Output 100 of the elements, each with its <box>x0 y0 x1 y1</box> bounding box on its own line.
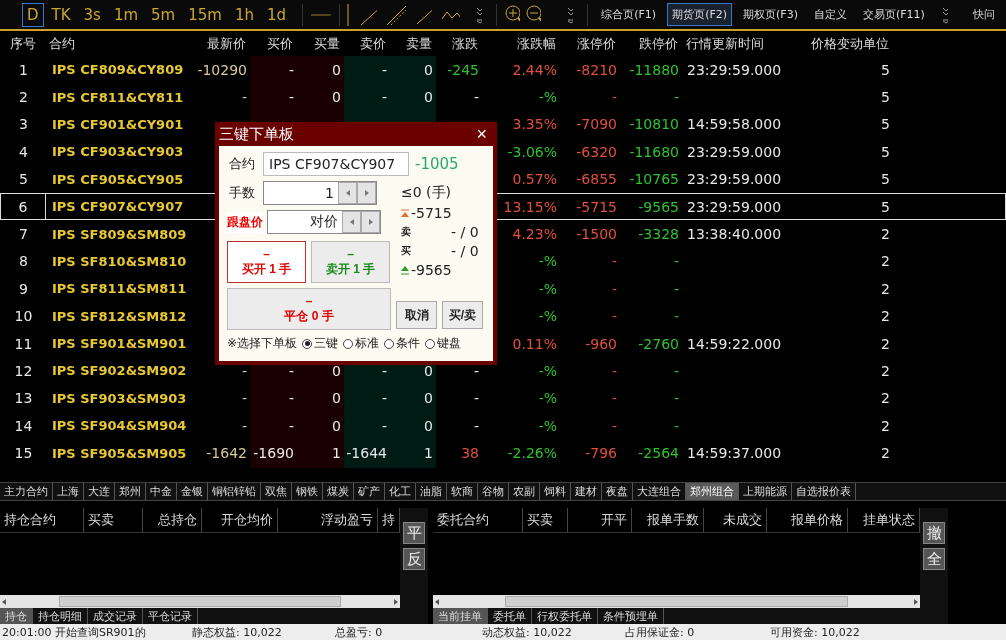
column-header: 买卖 <box>522 508 569 532</box>
buy-sell-button[interactable]: 买/卖 <box>442 301 483 329</box>
side-button[interactable]: 全 <box>923 548 945 570</box>
market-tab[interactable]: 金银 <box>177 483 208 500</box>
row-number[interactable]: 12 <box>1 358 46 384</box>
more-caret-icon[interactable] <box>941 5 948 24</box>
side-button[interactable]: 撤 <box>923 522 945 544</box>
period-button[interactable]: 15m <box>183 2 227 27</box>
row-number[interactable]: 9 <box>1 276 46 302</box>
row-number[interactable]: 2 <box>1 84 46 110</box>
row-number[interactable]: 5 <box>1 166 46 192</box>
side-button[interactable]: 反 <box>403 548 425 570</box>
price-spinner[interactable]: 对价 <box>267 210 381 234</box>
column-header: 买卖 <box>83 508 143 532</box>
more-caret-icon[interactable] <box>476 5 483 24</box>
row-number[interactable]: 14 <box>1 413 46 439</box>
cancel-button[interactable]: 取消 <box>396 301 437 329</box>
price-mode-label[interactable]: 跟盘价 <box>227 211 263 233</box>
panel-radio[interactable]: 键盘 <box>425 335 462 352</box>
row-number[interactable]: 1 <box>1 57 46 83</box>
quantity-spinner[interactable]: 1 <box>263 181 377 205</box>
page-button[interactable]: 期货页(F2) <box>667 3 733 26</box>
side-button[interactable]: 平 <box>403 522 425 544</box>
table-cell: - <box>673 390 679 407</box>
more-caret-icon[interactable] <box>567 5 574 24</box>
column-header: 行情更新时间 <box>685 34 765 53</box>
row-number[interactable]: 7 <box>1 221 46 247</box>
wave-line-icon[interactable] <box>442 9 461 20</box>
scroll-left-icon[interactable] <box>0 597 8 606</box>
period-button[interactable]: 3s <box>78 2 106 27</box>
buy-open-button[interactable]: – 买开 1 手 <box>227 241 306 283</box>
table-cell: 2 <box>881 280 890 297</box>
market-tab[interactable]: 煤炭 <box>323 483 354 500</box>
period-button[interactable]: 5m <box>146 2 181 27</box>
column-header: 报单手数 <box>631 508 704 532</box>
market-tab[interactable]: 谷物 <box>478 483 509 500</box>
period-button[interactable]: D <box>22 2 44 27</box>
market-tab[interactable]: 农副 <box>509 483 540 500</box>
table-cell: -1644 <box>346 445 387 462</box>
parallel-lines-icon[interactable] <box>387 4 406 25</box>
market-tab[interactable]: 油脂 <box>416 483 447 500</box>
row-number[interactable]: 3 <box>1 111 46 138</box>
table-cell: 3.35% <box>512 116 557 133</box>
close-position-button[interactable]: – 平仓 0 手 <box>227 288 391 330</box>
row-number[interactable]: 13 <box>1 385 46 412</box>
market-tab[interactable]: 自选报价表 <box>792 483 856 500</box>
period-button[interactable]: 1h <box>229 2 259 27</box>
column-header: 序号 <box>8 34 37 53</box>
market-tab[interactable]: 夜盘 <box>602 483 633 500</box>
increase-arrow-button[interactable] <box>357 182 376 204</box>
column-header: 涨跌 <box>451 34 479 53</box>
market-tab[interactable]: 大连 <box>84 483 115 500</box>
table-cell: - <box>611 308 617 325</box>
quick-ask-button[interactable]: 快问 <box>967 3 1000 26</box>
page-button[interactable]: 综合页(F1) <box>596 3 662 26</box>
row-number[interactable]: 10 <box>1 303 46 329</box>
table-cell: 23:29:59.000 <box>687 143 782 160</box>
market-tab[interactable]: 双焦 <box>261 483 292 500</box>
increase-arrow-button[interactable] <box>361 211 380 233</box>
panel-radio[interactable]: 标准 <box>343 335 380 352</box>
period-button[interactable]: TK <box>46 2 76 27</box>
market-tab[interactable]: 化工 <box>385 483 416 500</box>
page-button[interactable]: 自定义 <box>808 3 852 26</box>
market-tab[interactable]: 上海 <box>53 483 84 500</box>
decrease-arrow-button[interactable] <box>338 182 357 204</box>
page-button[interactable]: 期权页(F3) <box>738 3 803 26</box>
market-tab[interactable]: 郑州 <box>115 483 146 500</box>
market-tab[interactable]: 矿产 <box>354 483 385 500</box>
table-cell: IPS CF903&CY903 <box>52 144 184 160</box>
sell-open-button[interactable]: – 卖开 1 手 <box>311 241 390 283</box>
market-tab[interactable]: 钢铁 <box>292 483 323 500</box>
market-tab[interactable]: 主力合约 <box>0 483 53 500</box>
row-number[interactable]: 6 <box>1 193 46 220</box>
row-number[interactable]: 8 <box>1 248 46 275</box>
decrease-arrow-button[interactable] <box>342 211 361 233</box>
period-button[interactable]: 1d <box>262 2 292 27</box>
field-label: 合约 <box>228 155 256 173</box>
panel-radio[interactable]: 三键 <box>302 335 339 352</box>
close-button[interactable]: × <box>470 123 493 145</box>
column-header: 卖价 <box>359 34 387 53</box>
contract-field[interactable]: IPS CF907&CY907 <box>263 152 409 176</box>
row-number[interactable]: 15 <box>1 440 46 466</box>
horizontal-scrollbar[interactable] <box>0 595 400 608</box>
row-number[interactable]: 4 <box>1 139 46 165</box>
period-button[interactable]: 1m <box>108 2 144 27</box>
market-tab[interactable]: 软商 <box>447 483 478 500</box>
market-tab[interactable]: 饲料 <box>540 483 571 500</box>
market-tab[interactable]: 中金 <box>146 483 177 500</box>
panel-radio[interactable]: 条件 <box>384 335 421 352</box>
table-cell: IPS CF905&CY905 <box>52 171 184 187</box>
column-header: 买价 <box>266 34 294 53</box>
horizontal-scrollbar[interactable] <box>433 595 920 608</box>
vertical-line-icon[interactable] <box>347 3 349 26</box>
scroll-left-icon[interactable] <box>433 597 441 606</box>
market-tab[interactable]: 建材 <box>571 483 602 500</box>
market-tab[interactable]: 铜铝锌铅 <box>208 483 261 500</box>
market-tab[interactable]: 郑州组合 <box>686 483 739 500</box>
row-number[interactable]: 11 <box>1 330 46 357</box>
page-button[interactable]: 交易页(F11) <box>857 3 930 26</box>
market-tab[interactable]: 上期能源 <box>739 483 792 500</box>
